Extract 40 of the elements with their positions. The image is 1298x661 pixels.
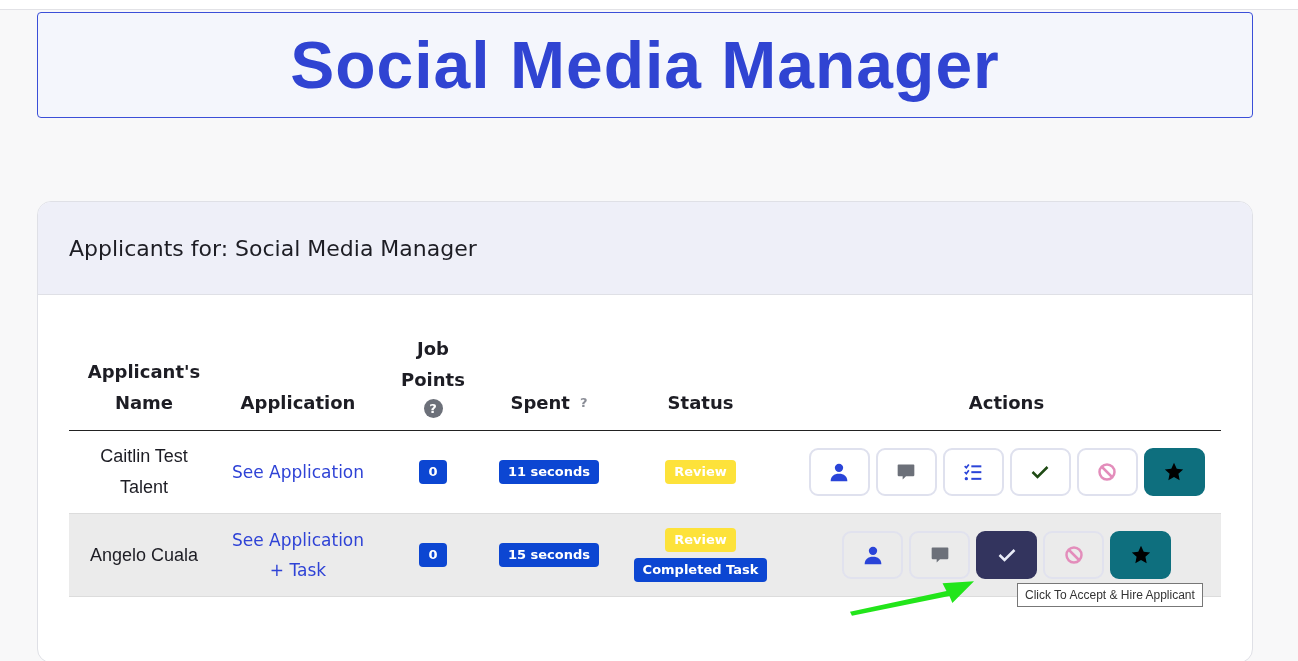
column-header: Application [240,391,356,415]
star-icon [1164,462,1184,482]
accept-button[interactable] [976,531,1037,579]
star-button[interactable] [1143,448,1205,496]
speech-bubble-icon [896,462,916,482]
panel-title: Applicants for: Social Media Manager [69,235,477,261]
star-button[interactable] [1110,531,1171,579]
points-badge: 0 [419,543,447,567]
page-title: Social Media Manager [37,12,1253,118]
column-header: Status [667,391,734,415]
person-icon [829,462,849,482]
status-badge: Review [665,460,736,484]
column-header: Spent [510,391,570,415]
speech-bubble-icon [929,545,950,565]
person-icon [862,545,883,565]
help-icon[interactable]: ? [579,387,588,418]
star-icon [1130,545,1151,565]
message-button[interactable] [909,531,970,579]
applicant-name: Caitlin Test Talent [99,445,189,499]
profile-button[interactable] [842,531,903,579]
help-icon[interactable]: ? [423,399,443,418]
application-link[interactable]: + Task [269,555,327,585]
column-header: Applicant's Name [86,360,202,415]
tasks-button[interactable] [942,448,1004,496]
time-badge: 15 seconds [498,543,600,567]
application-link[interactable]: See Application [231,457,365,487]
column-header: Job Points [400,337,466,392]
status-badge: Review [665,528,736,552]
application-link[interactable]: See Application [231,525,365,555]
tooltip: Click To Accept & Hire Applicant [1017,583,1203,607]
message-button[interactable] [875,448,937,496]
prohibited-icon [1063,545,1084,565]
prohibited-icon [1097,462,1117,482]
checklist-icon [963,462,983,482]
status-badge: Completed Task [633,558,768,582]
time-badge: 11 seconds [498,460,600,484]
applicant-name: Angelo Cuala [88,543,200,567]
points-badge: 0 [419,460,447,484]
profile-button[interactable] [808,448,870,496]
column-header: Actions [968,391,1045,415]
